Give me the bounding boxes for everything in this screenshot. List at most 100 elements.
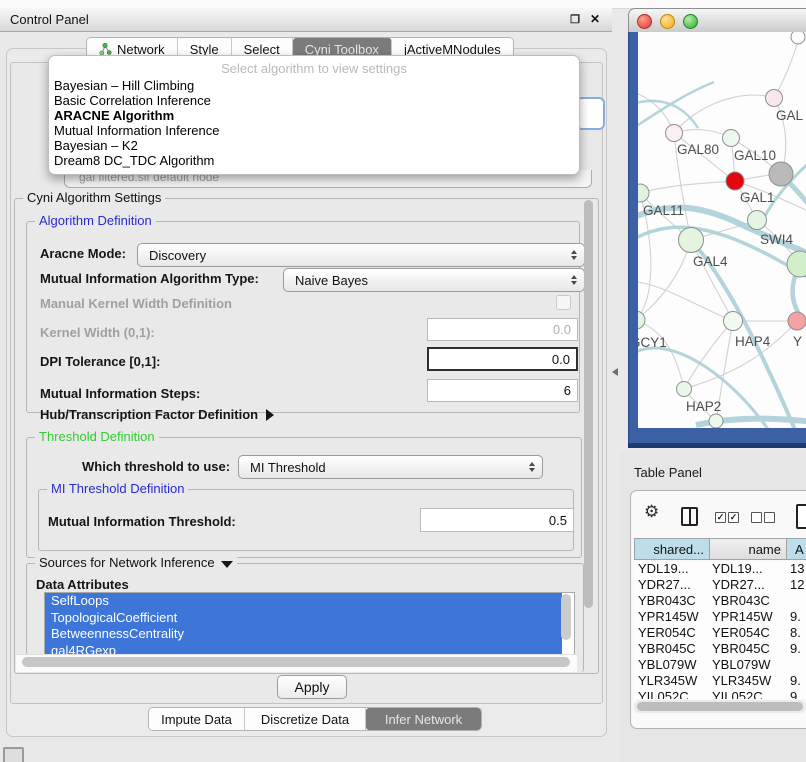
manual-kernel-width-checkbox[interactable]	[556, 295, 571, 310]
network-node-y[interactable]	[788, 312, 806, 330]
bottom-left-panel-icon[interactable]	[3, 747, 24, 762]
table-cell[interactable]: YER054C	[634, 625, 710, 641]
columns-icon[interactable]	[681, 507, 698, 526]
network-view-canvas[interactable]: GALGAL80GAL10GAL1GAL11SWI4GAL4GCY1HAP4YH…	[638, 32, 806, 428]
table-cell[interactable]: 13	[787, 561, 806, 577]
column-header-shared[interactable]: shared...	[634, 538, 710, 560]
close-window-icon[interactable]	[637, 14, 652, 29]
table-cell[interactable]: YDR27...	[634, 577, 710, 593]
table-cell[interactable]: YDL19...	[710, 561, 787, 577]
table-cell[interactable]: YBL079W	[710, 657, 787, 673]
which-threshold-combobox[interactable]: MI Threshold	[238, 455, 543, 479]
network-node[interactable]	[791, 32, 805, 44]
table-cell[interactable]: YDR27...	[710, 577, 787, 593]
panel-icon-partial[interactable]	[796, 504, 806, 529]
algorithm-option[interactable]: Dream8 DC_TDC Algorithm	[49, 153, 579, 168]
table-cell[interactable]: YBR043C	[634, 593, 710, 609]
network-node-hap4[interactable]	[724, 312, 743, 331]
table-cell[interactable]	[787, 657, 806, 673]
zoom-window-icon[interactable]	[683, 14, 698, 29]
table-cell[interactable]: YPR145W	[634, 609, 710, 625]
data-attribute-item[interactable]: BetweennessCentrality	[45, 626, 562, 643]
network-window-titlebar[interactable]	[628, 8, 806, 34]
table-cell[interactable]: YIL052C	[634, 689, 710, 699]
network-node-hap2[interactable]	[677, 382, 692, 397]
table-cell[interactable]: YIL052C	[710, 689, 787, 699]
table-row[interactable]: YIL052CYIL052C9.	[634, 689, 806, 699]
settings-horizontal-scrollbar[interactable]	[22, 657, 570, 667]
column-header-name[interactable]: name	[710, 538, 787, 560]
network-node-gal1[interactable]	[726, 172, 744, 190]
table-cell[interactable]: YER054C	[710, 625, 787, 641]
table-panel-title: Table Panel	[634, 465, 702, 480]
table-cell[interactable]: YBR045C	[710, 641, 787, 657]
network-node-gal80[interactable]	[666, 125, 683, 142]
tab-discretize-data[interactable]: Discretize Data	[245, 708, 366, 730]
network-node-gal10[interactable]	[723, 130, 740, 147]
table-cell[interactable]: YBL079W	[634, 657, 710, 673]
table-row[interactable]: YPR145WYPR145W9.	[634, 609, 806, 625]
checked-box-icon[interactable]: ✓	[728, 512, 739, 523]
column-header-partial[interactable]: A	[787, 538, 806, 560]
mi-threshold-field[interactable]: 0.5	[420, 508, 574, 532]
algorithm-option[interactable]: Mutual Information Inference	[49, 123, 579, 138]
gear-icon[interactable]: ⚙	[644, 503, 659, 520]
float-window-icon[interactable]: ❐	[570, 13, 580, 26]
table-row[interactable]: YLR345WYLR345W9.	[634, 673, 806, 689]
table-row[interactable]: YER054CYER054C8.	[634, 625, 806, 641]
algorithm-option[interactable]: Bayesian – K2	[49, 138, 579, 153]
mi-steps-field[interactable]: 6	[427, 379, 578, 402]
table-cell[interactable]: 12	[787, 577, 806, 593]
table-cell[interactable]	[787, 593, 806, 609]
unchecked-box-icon[interactable]	[764, 512, 775, 523]
inference-algorithm-combobox-fragment[interactable]	[576, 97, 605, 130]
table-row[interactable]: YDR27...YDR27...12	[634, 577, 806, 593]
dpi-tolerance-field[interactable]: 0.0	[427, 347, 578, 371]
table-body[interactable]: YDL19...YDL19...13YDR27...YDR27...12YBR0…	[634, 561, 806, 699]
table-cell[interactable]: 9.	[787, 673, 806, 689]
table-row[interactable]: YBR043CYBR043C	[634, 593, 806, 609]
algorithm-option[interactable]: ARACNE Algorithm	[49, 108, 579, 123]
unchecked-box-icon[interactable]	[751, 512, 762, 523]
table-cell[interactable]: YBR045C	[634, 641, 710, 657]
table-row[interactable]: YBR045CYBR045C9.	[634, 641, 806, 657]
sources-group-title[interactable]: Sources for Network Inference	[35, 555, 237, 570]
data-attributes-list[interactable]: SelfLoopsTopologicalCoefficientBetweenne…	[44, 592, 575, 660]
data-attribute-item[interactable]: SelfLoops	[45, 593, 562, 610]
table-cell[interactable]: YDL19...	[634, 561, 710, 577]
table-row[interactable]: YBL079WYBL079W	[634, 657, 806, 673]
table-horizontal-scrollbar[interactable]	[637, 702, 803, 711]
minimize-window-icon[interactable]	[660, 14, 675, 29]
network-node-gal[interactable]	[766, 90, 783, 107]
table-cell[interactable]: YLR345W	[710, 673, 787, 689]
table-cell[interactable]: YBR043C	[710, 593, 787, 609]
checked-box-icon[interactable]: ✓	[715, 512, 726, 523]
tab-discretize-data-label: Discretize Data	[261, 712, 349, 727]
aracne-mode-combobox[interactable]: Discovery	[137, 243, 585, 267]
table-row[interactable]: YDL19...YDL19...13	[634, 561, 806, 577]
tab-infer-network[interactable]: Infer Network	[366, 708, 481, 730]
table-cell[interactable]: 8.	[787, 625, 806, 641]
table-cell[interactable]: YPR145W	[710, 609, 787, 625]
table-cell[interactable]: 9.	[787, 641, 806, 657]
network-node-gal4[interactable]	[679, 228, 704, 253]
tab-impute-data[interactable]: Impute Data	[149, 708, 245, 730]
network-node[interactable]	[709, 414, 723, 428]
table-cell[interactable]: 9.	[787, 689, 806, 699]
attributes-list-scrollbar[interactable]	[561, 594, 571, 640]
network-node[interactable]	[787, 251, 806, 277]
close-panel-icon[interactable]: ✕	[590, 12, 600, 26]
data-attribute-item[interactable]: TopologicalCoefficient	[45, 610, 562, 627]
algorithm-option[interactable]: Basic Correlation Inference	[49, 93, 579, 108]
network-node-gal11[interactable]	[638, 184, 649, 202]
algorithm-option[interactable]: Bayesian – Hill Climbing	[49, 78, 579, 93]
table-cell[interactable]: 9.	[787, 609, 806, 625]
settings-vertical-scrollbar[interactable]	[584, 200, 593, 608]
network-node-swi4[interactable]	[748, 211, 767, 230]
mi-algorithm-type-combobox[interactable]: Naive Bayes	[283, 268, 585, 292]
hub-definition-expander[interactable]: Hub/Transcription Factor Definition	[40, 407, 274, 422]
table-cell[interactable]: YLR345W	[634, 673, 710, 689]
network-node[interactable]	[769, 162, 793, 186]
kernel-width-field[interactable]: 0.0	[427, 318, 578, 341]
apply-button[interactable]: Apply	[277, 675, 347, 699]
